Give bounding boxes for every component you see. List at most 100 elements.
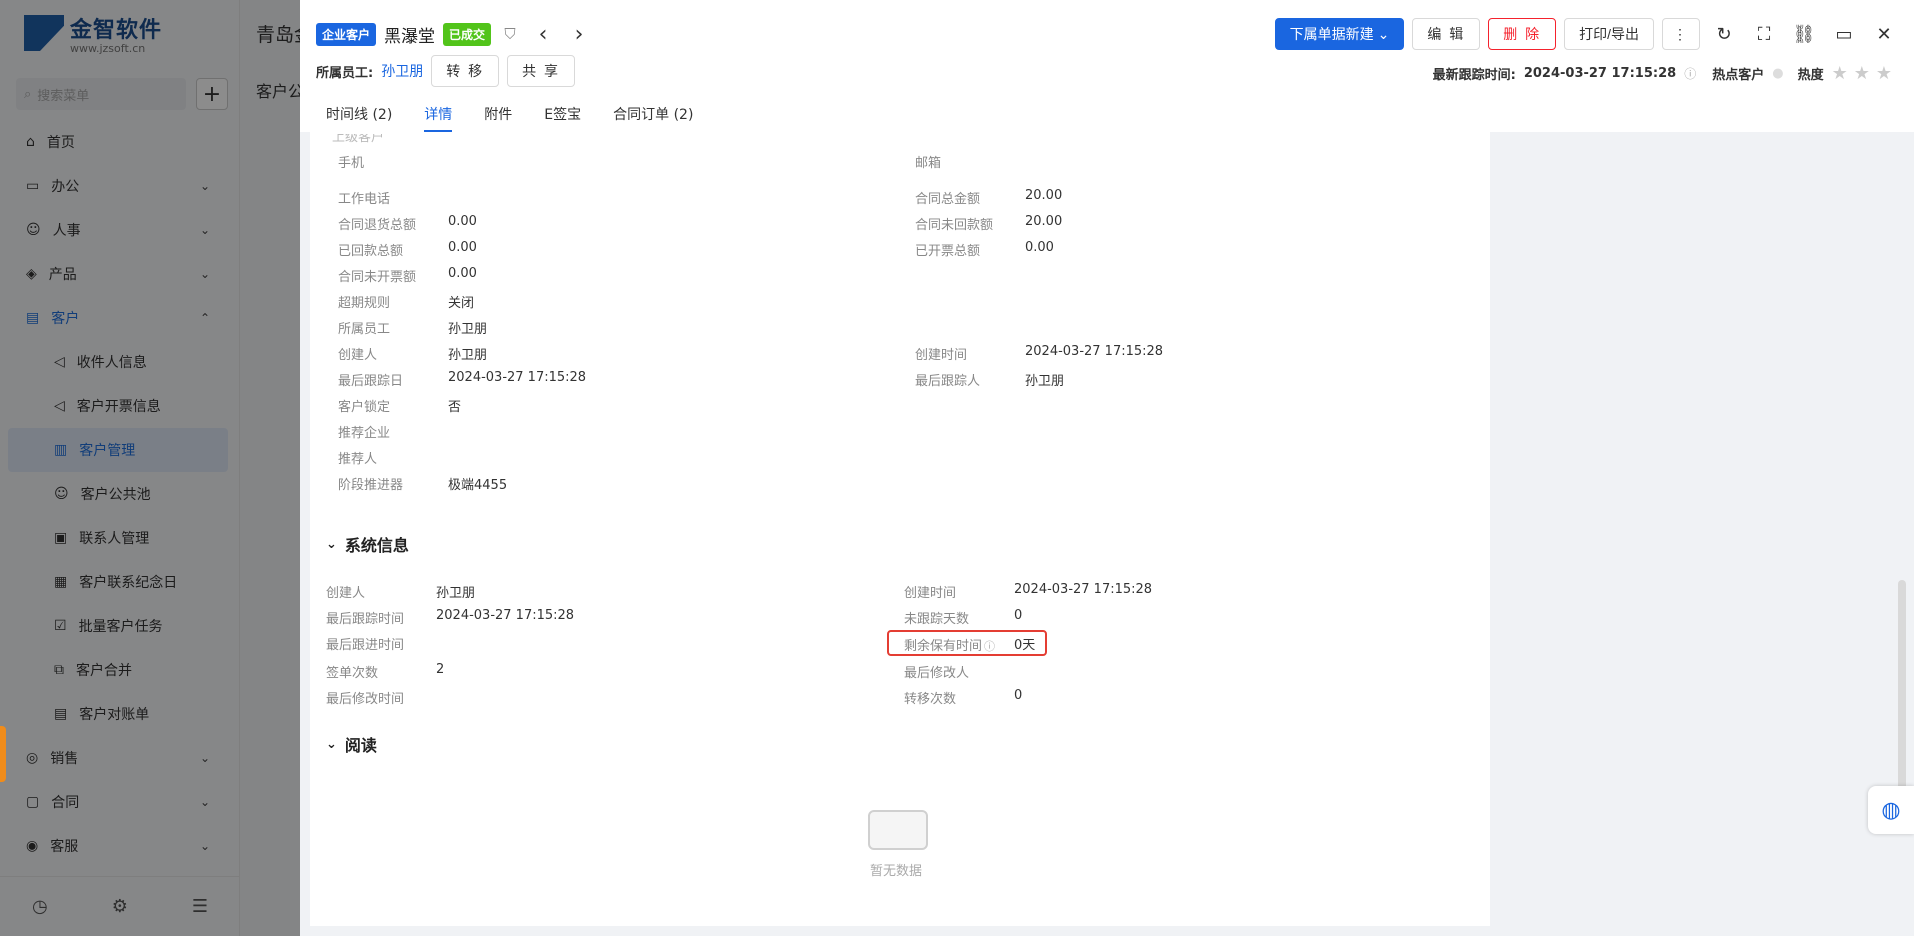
field-label: 签单次数 — [326, 666, 379, 681]
deal-status-tag: 已成交 — [443, 22, 492, 46]
more-options-button[interactable]: ⋮ — [1662, 18, 1700, 50]
field-value: 20.00 — [1025, 214, 1063, 229]
remaining-time-label-text: 剩余保有时间 — [904, 639, 983, 654]
field-value: 0.00 — [448, 214, 477, 229]
field-label: 邮箱 — [915, 156, 942, 171]
shield-icon[interactable]: ⛉ — [499, 25, 521, 43]
field-value: 孙卫朋 — [1025, 374, 1065, 389]
chevron-down-icon: ⌄ — [1377, 25, 1390, 42]
field-value: 否 — [448, 400, 462, 415]
field-label: 创建人 — [326, 586, 366, 601]
field-label: 已开票总额 — [915, 244, 981, 259]
field-label: 创建人 — [338, 348, 378, 363]
field-value: 孙卫朋 — [448, 348, 488, 363]
assistant-float-button[interactable]: ◍ — [1868, 786, 1914, 834]
print-export-button[interactable]: 打印/导出 — [1564, 18, 1654, 50]
fullscreen-icon[interactable]: ⛶ — [1748, 18, 1780, 50]
link-icon[interactable]: ⛓ — [1788, 18, 1820, 50]
new-sub-document-label: 下属单据新建 — [1289, 26, 1374, 42]
new-sub-document-button[interactable]: 下属单据新建 ⌄ — [1274, 18, 1405, 50]
field-label: 推荐人 — [338, 452, 378, 467]
owner-label: 所属员工: — [316, 65, 374, 81]
field-value: 2024-03-27 17:15:28 — [436, 608, 575, 623]
empty-inbox-icon — [868, 810, 928, 850]
field-value: 2 — [436, 662, 445, 677]
field-value: 0 — [1014, 608, 1023, 623]
field-label: 合同总金额 — [915, 192, 981, 207]
field-value: 0.00 — [448, 240, 477, 255]
customer-type-tag: 企业客户 — [316, 22, 377, 46]
scrollbar[interactable] — [1898, 580, 1906, 820]
delete-button[interactable]: 删 除 — [1488, 18, 1557, 50]
heat-stars[interactable]: ★★★ — [1832, 63, 1898, 84]
transfer-button[interactable]: 转 移 — [431, 55, 500, 87]
edit-button[interactable]: 编 辑 — [1412, 18, 1481, 50]
field-label: 合同退货总额 — [338, 218, 417, 233]
field-value: 孙卫朋 — [436, 586, 476, 601]
remaining-time-label: 剩余保有时间 ⓘ — [904, 635, 995, 654]
more-vertical-icon: ⋮ — [1673, 25, 1689, 42]
field-value: 0.00 — [448, 266, 477, 281]
field-label: 合同未回款额 — [915, 218, 994, 233]
tab-timeline[interactable]: 时间线 (2) — [326, 96, 392, 132]
field-label: 阶段推进器 — [338, 478, 404, 493]
field-value: 20.00 — [1025, 188, 1063, 203]
owner-name-link[interactable]: 孙卫朋 — [381, 61, 423, 81]
field-label: 最后跟进时间 — [326, 638, 405, 653]
field-label: 手机 — [338, 156, 365, 171]
empty-text: 暂无数据 — [870, 864, 923, 879]
previous-record-icon[interactable]: ‹ — [529, 22, 557, 47]
remaining-time-value: 0天 — [1014, 638, 1036, 653]
field-value: 2024-03-27 17:15:28 — [1014, 582, 1153, 597]
monitor-icon[interactable]: ▭ — [1828, 18, 1860, 50]
field-label: 最后修改时间 — [326, 692, 405, 707]
field-value: 孙卫朋 — [448, 322, 488, 337]
tab-details[interactable]: 详情 — [424, 96, 453, 132]
hot-customer-label: 热点客户 — [1712, 67, 1765, 83]
side-tab-indicator[interactable] — [0, 726, 6, 782]
field-label: 已回款总额 — [338, 244, 404, 259]
field-label: 合同未开票额 — [338, 270, 417, 285]
field-label: 客户锁定 — [338, 400, 391, 415]
field-value: 极端4455 — [448, 478, 508, 493]
field-value: 2024-03-27 17:15:28 — [448, 370, 587, 385]
system-info-section-header[interactable]: ⌄ 系统信息 — [326, 532, 409, 556]
field-label: 创建时间 — [904, 586, 957, 601]
tab-attachments[interactable]: 附件 — [484, 96, 512, 132]
follow-meta: 最新跟踪时间: 2024-03-27 17:15:28 ⓘ 热点客户 ● 热度 … — [1433, 62, 1898, 84]
field-value: 2024-03-27 17:15:28 — [1025, 344, 1164, 359]
tab-esign[interactable]: E签宝 — [544, 96, 581, 132]
last-follow-label: 最新跟踪时间: — [1432, 67, 1516, 83]
chevron-down-icon: ⌄ — [326, 736, 337, 752]
field-label: 最后修改人 — [904, 666, 970, 681]
next-record-icon[interactable]: › — [565, 22, 593, 47]
detail-content: 上级客户 手机 工作电话 合同退货总额 0.00 已回款总额 0.00 合同未开… — [310, 132, 1490, 926]
field-label: 推荐企业 — [338, 426, 391, 441]
customer-detail-drawer: 企业客户 黑瀑堂 已成交 ⛉ ‹ › 所属员工: 孙卫朋 转 移 共 享 下属单… — [300, 0, 1914, 936]
field-label: 超期规则 — [338, 296, 391, 311]
system-info-title: 系统信息 — [344, 536, 409, 555]
tab-contract-orders[interactable]: 合同订单 (2) — [613, 96, 693, 132]
heat-label: 热度 — [1797, 67, 1824, 83]
field-label: 最后跟踪时间 — [326, 612, 405, 627]
refresh-icon[interactable]: ↻ — [1708, 18, 1740, 50]
assistant-icon: ◍ — [1881, 797, 1901, 823]
chevron-down-icon: ⌄ — [326, 536, 337, 552]
field-label: 所属员工 — [338, 322, 391, 337]
reading-section-header[interactable]: ⌄ 阅读 — [326, 732, 377, 756]
field-label: 转移次数 — [904, 692, 957, 707]
detail-tabs: 时间线 (2) 详情 附件 E签宝 合同订单 (2) — [326, 96, 693, 132]
hot-toggle-icon[interactable]: ● — [1772, 66, 1783, 81]
field-label: 创建时间 — [915, 348, 968, 363]
last-follow-time: 2024-03-27 17:15:28 — [1523, 65, 1677, 81]
help-icon[interactable]: ⓘ — [1684, 65, 1696, 82]
help-icon[interactable]: ⓘ — [984, 640, 995, 653]
share-button[interactable]: 共 享 — [507, 55, 575, 87]
close-icon[interactable]: ✕ — [1868, 18, 1900, 50]
field-value: 0 — [1014, 688, 1023, 703]
field-label: 最后跟踪日 — [338, 374, 404, 389]
reading-title: 阅读 — [344, 736, 377, 755]
drawer-header: 企业客户 黑瀑堂 已成交 ⛉ ‹ › 所属员工: 孙卫朋 转 移 共 享 下属单… — [300, 0, 1914, 132]
field-value: 0.00 — [1025, 240, 1054, 255]
field-label: 未跟踪天数 — [904, 612, 970, 627]
